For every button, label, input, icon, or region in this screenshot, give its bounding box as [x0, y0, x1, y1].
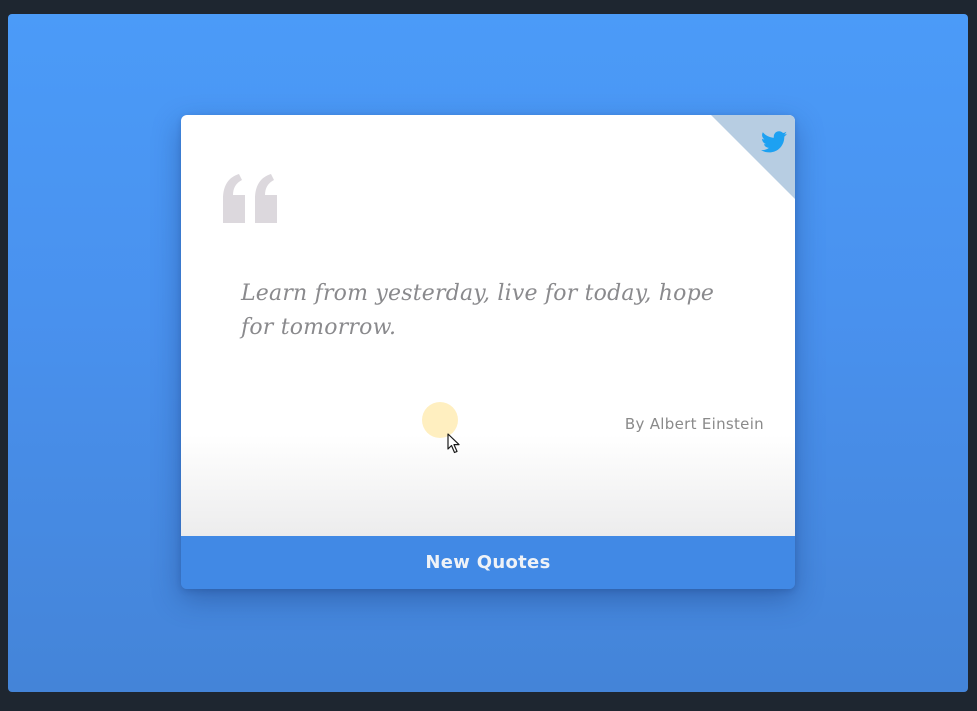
twitter-icon[interactable]: [761, 131, 787, 153]
quote-text: Learn from yesterday, live for today, ho…: [241, 281, 715, 340]
new-quotes-button[interactable]: New Quotes: [181, 536, 795, 589]
mouse-cursor-icon: [447, 433, 460, 454]
quote-mark-icon: [223, 174, 277, 223]
quote-card: Learn from yesterday, live for today, ho…: [181, 115, 795, 589]
corner-fold: [711, 115, 795, 199]
quote-author: By Albert Einstein: [624, 415, 764, 433]
app-background: Learn from yesterday, live for today, ho…: [8, 14, 968, 692]
quote-card-body: Learn from yesterday, live for today, ho…: [181, 115, 795, 536]
